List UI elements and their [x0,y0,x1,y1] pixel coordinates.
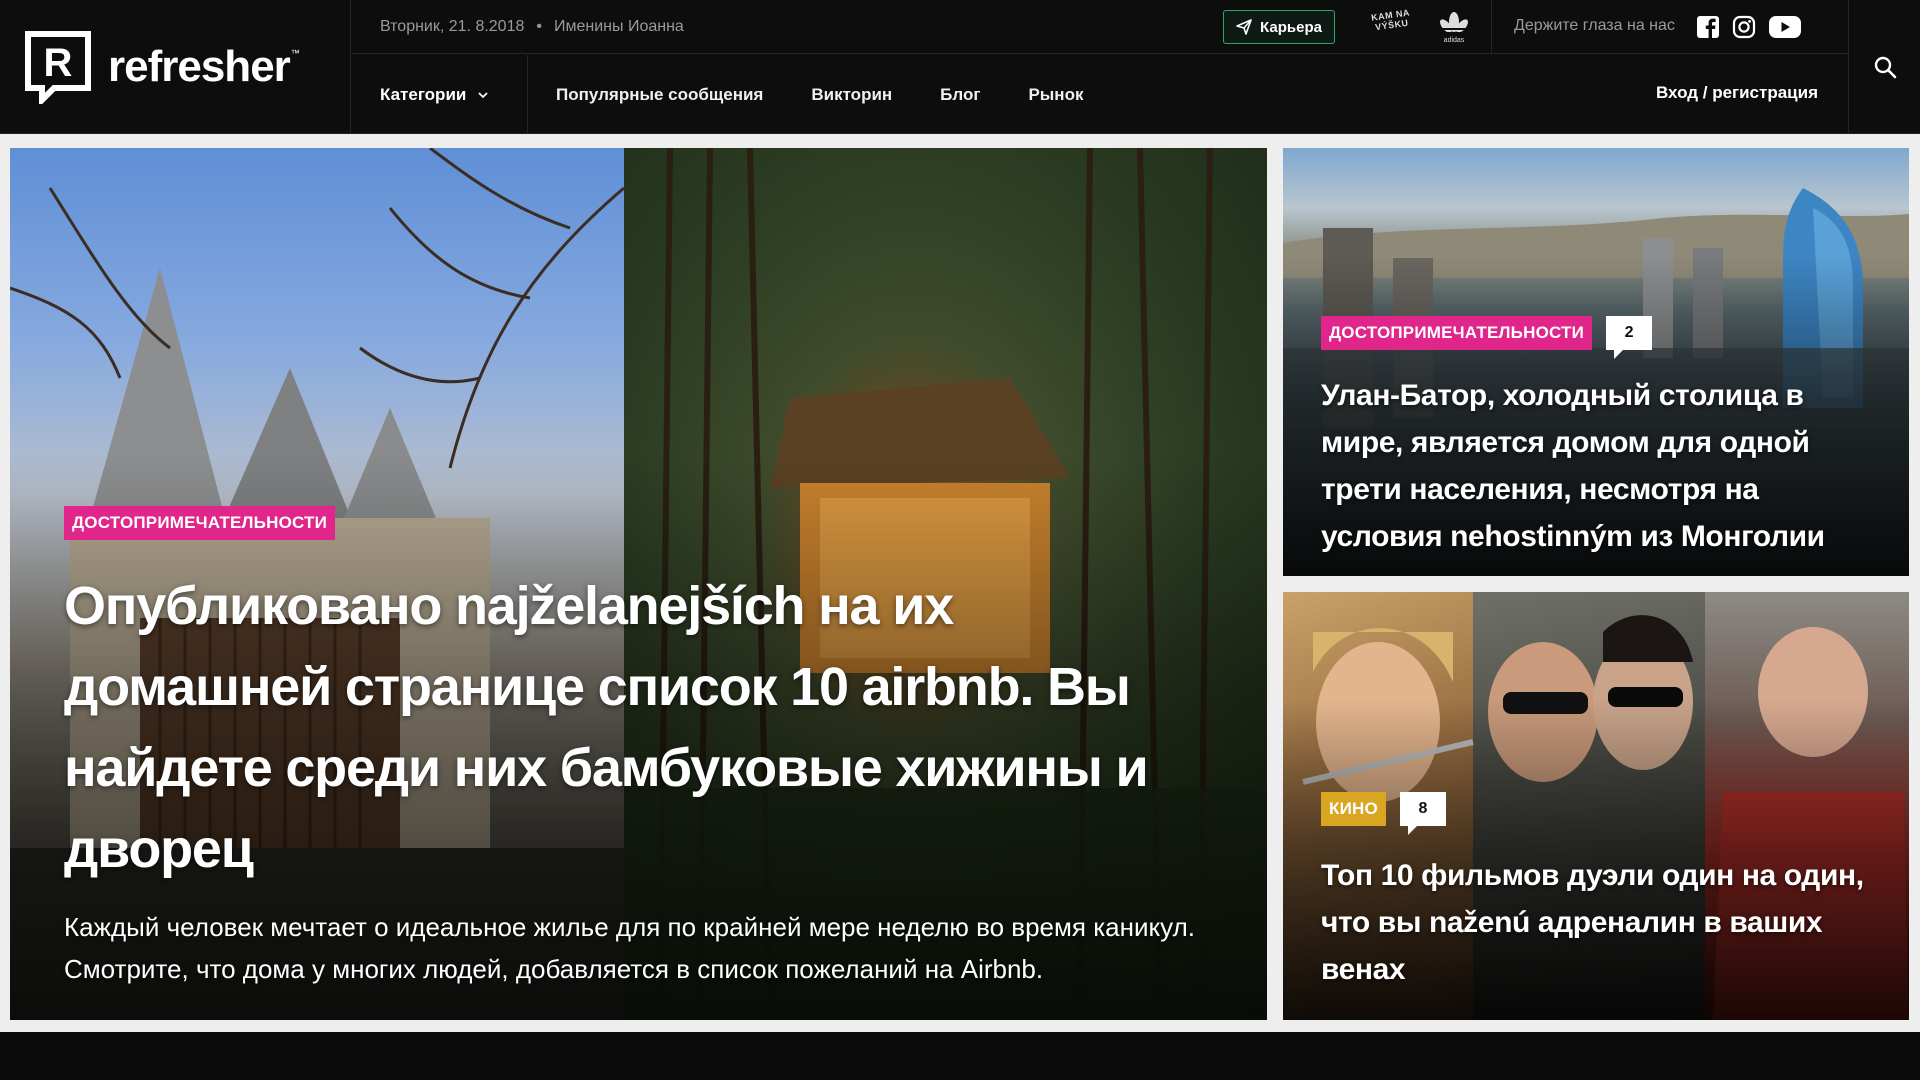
hero-lead: Каждый человек мечтает о идеальное жилье… [64,912,1195,984]
categories-label: Категории [380,84,467,104]
top-bar: Вторник, 21. 8.2018 • Именины Иоанна Кар… [352,0,1848,54]
adidas-trefoil-icon: adidas [1440,12,1468,44]
search-button[interactable] [1848,0,1920,134]
search-icon [1874,56,1896,79]
main-content: ДОСТОПРИМЕЧАТЕЛЬНОСТИ Опубликовано najže… [0,134,1920,1032]
logo-wordmark: refresher™ [108,42,300,91]
login-register-link[interactable]: Вход / регистрация [1656,83,1818,103]
card-title[interactable]: Улан-Батор, холодный столица в мире, явл… [1321,372,1881,560]
follow-label: Держите глаза на нас [1514,17,1675,34]
card-category-tag[interactable]: КИНО [1321,792,1386,826]
separator-dot: • [536,17,542,35]
comment-count-badge[interactable]: 2 [1606,316,1653,359]
side-article-ulaanbaatar[interactable]: ДОСТОПРИМЕЧАТЕЛЬНОСТИ 2 Улан-Батор, холо… [1283,148,1909,576]
card-title[interactable]: Топ 10 фильмов дуэли один на один, что в… [1321,852,1881,993]
site-header: R refresher™ Вторник, 21. 8.2018 • Имени… [0,0,1920,134]
card-category-tag[interactable]: ДОСТОПРИМЕЧАТЕЛЬНОСТИ [1321,316,1593,350]
hero-article[interactable]: ДОСТОПРИМЕЧАТЕЛЬНОСТИ Опубликовано najže… [10,148,1267,1020]
logo-link[interactable]: R refresher™ [0,0,351,134]
hero-title[interactable]: Опубликовано najželanejších на их домашн… [64,566,1194,890]
categories-dropdown[interactable]: Категории [352,55,528,134]
side-article-movie-duels[interactable]: КИНО 8 Топ 10 фильмов дуэли один на один… [1283,592,1909,1020]
main-nav: Категории Популярные сообщения Викторин … [352,55,1848,134]
logo-icon: R [25,31,91,104]
chevron-down-icon [478,91,488,98]
facebook-icon[interactable] [1696,15,1720,39]
partner-kamnavysku-logo[interactable]: KAM NA VÝŠKU [1370,7,1414,44]
current-date: Вторник, 21. 8.2018 [380,17,525,35]
career-label: Карьера [1260,18,1322,36]
nav-item-popular[interactable]: Популярные сообщения [556,85,763,105]
career-button[interactable]: Карьера [1223,10,1335,44]
card-meta: ДОСТОПРИМЕЧАТЕЛЬНОСТИ 2 [1321,316,1653,359]
partner-adidas-logo[interactable]: adidas [1434,8,1474,44]
paper-plane-icon [1236,19,1252,35]
youtube-icon[interactable] [1768,15,1802,39]
name-day: Именины Иоанна [553,17,684,35]
nav-item-blog[interactable]: Блог [940,85,980,105]
svg-text:adidas: adidas [1444,37,1465,44]
bottom-strip [0,1032,1920,1080]
hero-category-tag[interactable]: ДОСТОПРИМЕЧАТЕЛЬНОСТИ [64,506,336,540]
card-meta: КИНО 8 [1321,792,1446,835]
comment-count-badge[interactable]: 8 [1399,792,1446,835]
instagram-icon[interactable] [1732,15,1756,39]
divider [1491,0,1492,54]
svg-text:R: R [44,41,73,85]
nav-item-quizzes[interactable]: Викторин [811,85,892,105]
nav-item-market[interactable]: Рынок [1028,85,1083,105]
